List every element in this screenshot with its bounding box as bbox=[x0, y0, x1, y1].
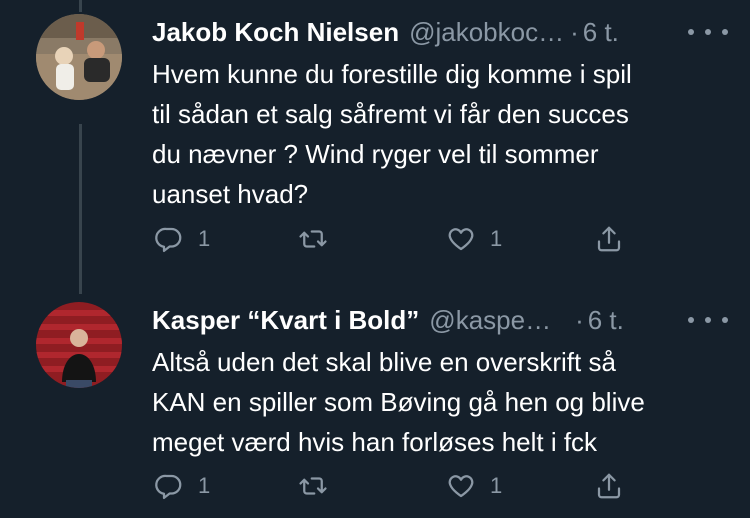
thread-line-top bbox=[79, 0, 82, 12]
tweet-actions: 1 1 bbox=[152, 219, 652, 259]
author-name[interactable]: Kasper “Kvart i Bold” bbox=[152, 302, 419, 338]
separator-dot: · bbox=[570, 17, 579, 47]
like-icon bbox=[448, 228, 474, 251]
separator-dot: · bbox=[575, 305, 584, 335]
share-button[interactable] bbox=[594, 466, 624, 506]
avatar-photo-icon bbox=[36, 302, 122, 388]
tweet-text-line: til sådan et salg såfremt vi får den suc… bbox=[152, 99, 629, 129]
more-icon[interactable] bbox=[688, 22, 728, 42]
retweet-icon bbox=[299, 477, 327, 495]
share-button[interactable] bbox=[594, 219, 624, 259]
share-icon bbox=[597, 473, 621, 499]
tweet-actions: 1 1 bbox=[152, 466, 652, 506]
avatar[interactable] bbox=[36, 14, 122, 100]
author-handle[interactable]: @kaspe… bbox=[429, 302, 551, 338]
tweet-text: Altså uden det skal blive en overskrift … bbox=[152, 342, 712, 462]
timestamp[interactable]: 6 t. bbox=[583, 14, 619, 50]
author-name[interactable]: Jakob Koch Nielsen bbox=[152, 14, 399, 50]
like-count: 1 bbox=[490, 226, 503, 251]
tweet-text-line: KAN en spiller som Bøving gå hen og bliv… bbox=[152, 387, 645, 417]
timestamp[interactable]: 6 t. bbox=[588, 302, 624, 338]
more-icon[interactable] bbox=[688, 310, 728, 330]
tweet-header: Jakob Koch Nielsen @jakobkoc… · 6 t. bbox=[152, 14, 619, 50]
avatar-photo-icon bbox=[36, 14, 122, 100]
tweet-text-line: Altså uden det skal blive en overskrift … bbox=[152, 347, 616, 377]
reply-count: 1 bbox=[198, 473, 211, 498]
like-count: 1 bbox=[490, 473, 503, 498]
like-icon bbox=[448, 475, 474, 498]
share-icon bbox=[597, 226, 621, 252]
like-button[interactable]: 1 bbox=[446, 466, 502, 506]
retweet-icon bbox=[299, 230, 327, 248]
reply-count: 1 bbox=[198, 226, 211, 251]
tweet-text: Hvem kunne du forestille dig komme i spi… bbox=[152, 54, 712, 214]
retweet-button[interactable] bbox=[298, 219, 342, 259]
reply-icon bbox=[155, 474, 182, 499]
retweet-button[interactable] bbox=[298, 466, 342, 506]
reply-icon bbox=[155, 227, 182, 252]
tweet-1[interactable]: Jakob Koch Nielsen @jakobkoc… · 6 t. Hve… bbox=[0, 14, 750, 264]
like-button[interactable]: 1 bbox=[446, 219, 502, 259]
avatar[interactable] bbox=[36, 302, 122, 388]
tweet-text-line: Hvem kunne du forestille dig komme i spi… bbox=[152, 59, 632, 89]
tweet-2[interactable]: Kasper “Kvart i Bold” @kaspe… · 6 t. Alt… bbox=[0, 302, 750, 512]
reply-button[interactable]: 1 bbox=[154, 219, 210, 259]
author-handle[interactable]: @jakobkoc… bbox=[409, 14, 564, 50]
reply-button[interactable]: 1 bbox=[154, 466, 210, 506]
tweet-header: Kasper “Kvart i Bold” @kaspe… · 6 t. bbox=[152, 302, 624, 338]
tweet-text-line: du nævner ? Wind ryger vel til sommer bbox=[152, 139, 599, 169]
tweet-text-line: meget værd hvis han forløses helt i fck bbox=[152, 427, 598, 457]
tweet-text-line: uanset hvad? bbox=[152, 179, 309, 209]
